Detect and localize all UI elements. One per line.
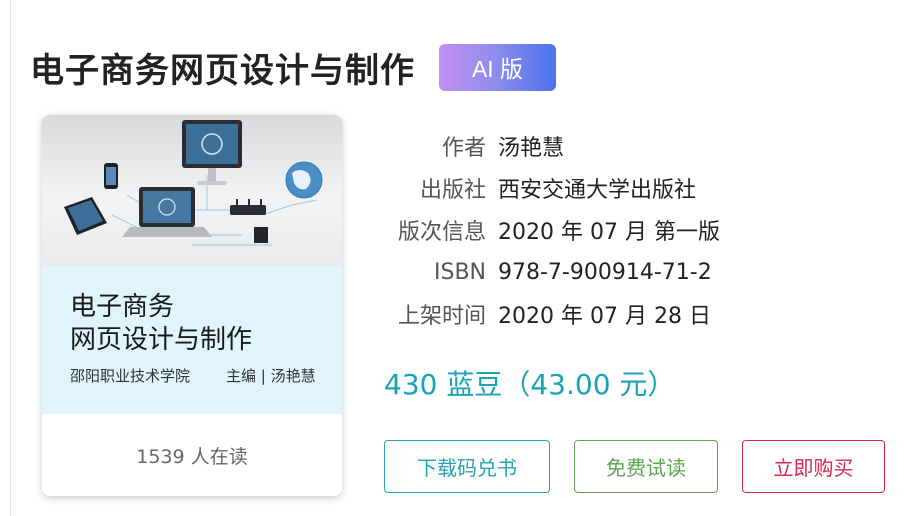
devices-network-illustration: [64, 120, 323, 246]
meta-label: 出版社: [419, 178, 486, 203]
meta-value: 汤艳慧: [498, 136, 565, 161]
meta-row-author: 作者 汤艳慧: [370, 125, 720, 167]
book-meta: 作者 汤艳慧 出版社 西安交通大学出版社 版次信息 2020 年 07 月 第一…: [370, 125, 720, 335]
monitor-icon: [182, 120, 242, 185]
cover-title-line1: 电子商务: [70, 292, 175, 322]
meta-label: 作者: [441, 136, 486, 161]
left-divider: [10, 0, 11, 516]
meta-value: 西安交通大学出版社: [498, 178, 697, 203]
meta-value: 2020 年 07 月 28 日: [498, 304, 711, 329]
cover-text-panel: 电子商务 网页设计与制作 邵阳职业技术学院 主编 | 汤艳慧: [42, 266, 342, 414]
globe-icon: [285, 161, 323, 199]
cover-title-line2: 网页设计与制作: [70, 325, 253, 355]
buy-now-button[interactable]: 立即购买: [742, 440, 885, 493]
free-trial-button[interactable]: 免费试读: [574, 440, 718, 493]
meta-label: ISBN: [433, 259, 486, 285]
meta-value: 2020 年 07 月 第一版: [498, 220, 720, 245]
title-row: 电子商务网页设计与制作 AI 版: [30, 42, 556, 92]
meta-row-isbn: ISBN 978-7-900914-71-2: [370, 251, 720, 293]
price: 430 蓝豆（43.00 元）: [384, 368, 676, 401]
meta-row-shelf-date: 上架时间 2020 年 07 月 28 日: [370, 293, 720, 335]
ai-version-badge: AI 版: [439, 43, 556, 91]
redeem-code-button[interactable]: 下载码兑书: [384, 440, 550, 493]
meta-row-publisher: 出版社 西安交通大学出版社: [370, 167, 720, 209]
tablet-icon: [64, 197, 107, 235]
cover-illustration: [42, 115, 342, 266]
phone-icon: [104, 163, 118, 189]
reader-count: 1539 人在读: [136, 445, 248, 468]
router-icon: [230, 199, 268, 243]
cover-editor: 主编 | 汤艳慧: [226, 367, 316, 385]
meta-value: 978-7-900914-71-2: [498, 259, 712, 285]
meta-label: 上架时间: [397, 304, 486, 329]
meta-label: 版次信息: [397, 220, 486, 245]
cover-publisher: 邵阳职业技术学院: [70, 367, 191, 385]
meta-row-edition: 版次信息 2020 年 07 月 第一版: [370, 209, 720, 251]
book-cover-card[interactable]: 电子商务 网页设计与制作 邵阳职业技术学院 主编 | 汤艳慧 1539 人在读: [42, 115, 342, 496]
laptop-icon: [122, 187, 212, 237]
page-title: 电子商务网页设计与制作: [30, 50, 415, 91]
